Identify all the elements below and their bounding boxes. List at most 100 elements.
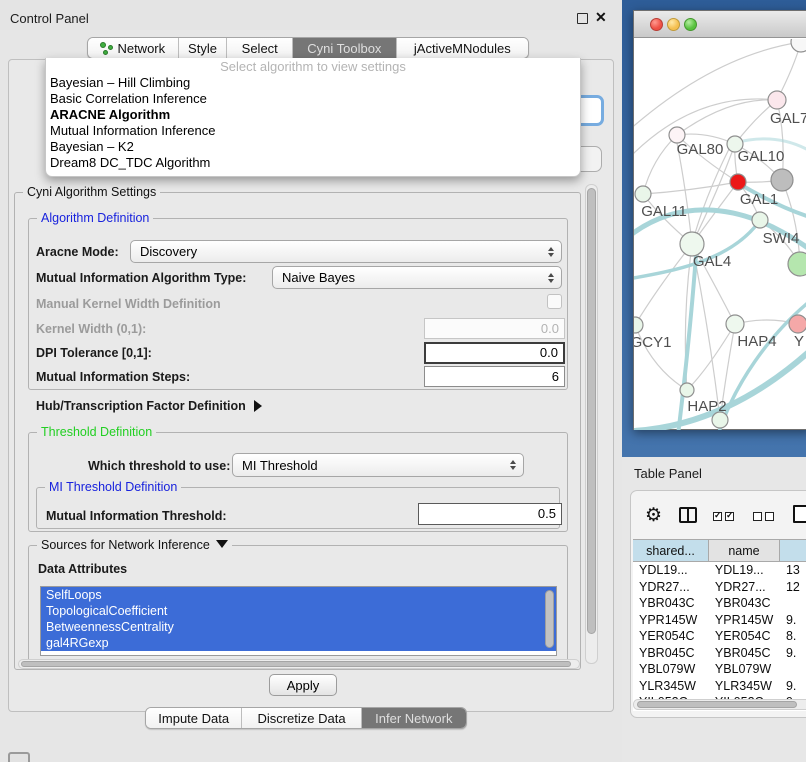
algorithm-option[interactable]: ARACNE Algorithm (46, 107, 580, 123)
bottom-tabbar: Impute Data Discretize Data Infer Network (145, 707, 467, 729)
aracne-mode-combo[interactable]: Discovery (130, 240, 562, 263)
apply-button[interactable]: Apply (269, 674, 337, 696)
hub-definition-label: Hub/Transcription Factor Definition (36, 399, 246, 413)
algorithm-option[interactable]: Dream8 DC_TDC Algorithm (46, 155, 580, 171)
expand-right-icon (254, 400, 262, 412)
network-node-gcy1[interactable] (634, 317, 643, 333)
data-attributes-list[interactable]: SelfLoopsTopologicalCoefficientBetweenne… (40, 586, 557, 656)
tab-label: Discretize Data (257, 711, 345, 726)
algorithm-option[interactable]: Mutual Information Inference (46, 123, 580, 139)
select-all-columns-icon[interactable] (713, 512, 734, 521)
table-row[interactable]: YBR045CYBR045C9. (633, 645, 806, 662)
settings-hscroll-thumb[interactable] (21, 661, 571, 667)
minimize-window-icon[interactable] (667, 18, 680, 31)
screen: Control Panel ✕ NetworkStyleSelectCyni T… (0, 0, 806, 762)
sources-group-title[interactable]: Sources for Network Inference (37, 538, 232, 552)
network-view-window[interactable]: GAL7GAL80GAL10GAL1GAL11SWI4GAL4GCY1HAP4Y… (633, 10, 806, 430)
algorithm-dropdown-prompt: Select algorithm to view settings (46, 58, 580, 75)
settings-vscroll-thumb[interactable] (587, 188, 596, 634)
table-row[interactable]: YPR145WYPR145W9. (633, 612, 806, 629)
network-node-label: GAL11 (641, 203, 687, 220)
mi-threshold-label: Mutual Information Threshold: (46, 509, 227, 523)
which-threshold-label: Which threshold to use: (88, 459, 230, 473)
network-node[interactable] (712, 412, 728, 428)
algorithm-option[interactable]: Bayesian – K2 (46, 139, 580, 155)
table-column-header[interactable] (780, 539, 806, 562)
table-body: YDL19...YDL19...13YDR27...YDR27...12YBR0… (633, 562, 806, 711)
table-row[interactable]: YBL079WYBL079W (633, 661, 806, 678)
network-canvas[interactable]: GAL7GAL80GAL10GAL1GAL11SWI4GAL4GCY1HAP4Y… (634, 39, 806, 430)
table-cell: 12 (780, 579, 806, 596)
tab-cyni-toolbox[interactable]: Cyni Toolbox (293, 38, 397, 58)
close-window-icon[interactable] (650, 18, 663, 31)
tab-infer-network[interactable]: Infer Network (362, 708, 466, 728)
tab-network[interactable]: Network (88, 38, 179, 58)
attribute-list-item[interactable]: TopologicalCoefficient (41, 603, 556, 619)
column-layout-icon[interactable] (679, 507, 697, 523)
network-node-gal11[interactable] (635, 186, 651, 202)
dpi-tolerance-field[interactable]: 0.0 (424, 342, 565, 364)
mi-threshold-field[interactable]: 0.5 (418, 503, 562, 525)
export-table-icon[interactable] (793, 505, 806, 523)
network-node-hap2[interactable] (680, 383, 694, 397)
mi-threshold-definition-title: MI Threshold Definition (45, 480, 181, 494)
table-column-header[interactable]: shared... (633, 539, 709, 562)
attribute-list-item[interactable]: BetweennessCentrality (41, 619, 556, 635)
settings-group-title: Cyni Algorithm Settings (23, 185, 160, 199)
zoom-window-icon[interactable] (684, 18, 697, 31)
deselect-all-columns-icon[interactable] (753, 512, 774, 521)
algorithm-option[interactable]: Bayesian – Hill Climbing (46, 75, 580, 91)
tab-discretize-data[interactable]: Discretize Data (242, 708, 361, 728)
close-panel-icon[interactable]: ✕ (595, 9, 607, 26)
kernel-width-field[interactable]: 0.0 (424, 318, 565, 339)
node-table[interactable]: shared...name YDL19...YDL19...13YDR27...… (633, 539, 806, 711)
table-cell: 9. (780, 678, 806, 695)
table-hscroll-thumb[interactable] (637, 701, 797, 708)
network-node-label: SWI4 (763, 230, 800, 247)
table-cell: YDR27... (709, 579, 780, 596)
tab-label: Style (188, 41, 217, 56)
network-node[interactable] (788, 252, 806, 276)
network-node-gal1[interactable] (730, 174, 746, 190)
list-scrollbar-thumb[interactable] (545, 590, 554, 648)
table-row[interactable]: YLR345WYLR345W9. (633, 678, 806, 695)
table-cell: YDR27... (633, 579, 709, 596)
network-window-titlebar[interactable] (634, 11, 806, 38)
table-column-header[interactable]: name (709, 539, 780, 562)
table-row[interactable]: YBR043CYBR043C (633, 595, 806, 612)
table-row[interactable]: YDR27...YDR27...12 (633, 579, 806, 596)
threshold-definition-title: Threshold Definition (37, 425, 156, 439)
network-node[interactable] (771, 169, 793, 191)
tab-select[interactable]: Select (227, 38, 293, 58)
network-node-gal7[interactable] (768, 91, 786, 109)
algorithm-dropdown-popup: Select algorithm to view settings Bayesi… (45, 58, 581, 177)
mi-steps-field[interactable]: 6 (424, 366, 565, 387)
settings-vertical-scrollbar[interactable] (585, 184, 598, 664)
table-row[interactable]: YER054CYER054C8. (633, 628, 806, 645)
attribute-list-item[interactable]: gal4RGexp (41, 635, 556, 651)
minimized-panel-icon[interactable] (8, 752, 30, 762)
algorithm-definition-title: Algorithm Definition (37, 211, 153, 225)
table-horizontal-scrollbar[interactable] (633, 699, 806, 710)
network-node[interactable] (791, 39, 806, 52)
table-cell: 9. (780, 645, 806, 662)
tab-style[interactable]: Style (179, 38, 228, 58)
algorithm-option[interactable]: Basic Correlation Inference (46, 91, 580, 107)
settings-horizontal-scrollbar[interactable] (18, 659, 580, 669)
tab-jactivemnodules[interactable]: jActiveMNodules (397, 38, 528, 58)
tab-impute-data[interactable]: Impute Data (146, 708, 242, 728)
manual-kernel-checkbox[interactable] (547, 294, 562, 309)
table-cell: YPR145W (709, 612, 780, 629)
mi-type-combo[interactable]: Naive Bayes (272, 266, 562, 289)
which-threshold-combo[interactable]: MI Threshold (232, 453, 524, 477)
network-node-swi4[interactable] (752, 212, 768, 228)
attribute-list-item[interactable]: SelfLoops (41, 587, 556, 603)
gear-icon[interactable]: ⚙ (645, 506, 662, 525)
table-row[interactable]: YDL19...YDL19...13 (633, 562, 806, 579)
mi-type-value: Naive Bayes (282, 270, 355, 285)
table-cell: YPR145W (633, 612, 709, 629)
hub-definition-toggle[interactable]: Hub/Transcription Factor Definition (36, 399, 262, 413)
float-window-icon[interactable] (577, 13, 588, 24)
network-node-hap4[interactable] (726, 315, 744, 333)
network-node-y[interactable] (789, 315, 806, 333)
